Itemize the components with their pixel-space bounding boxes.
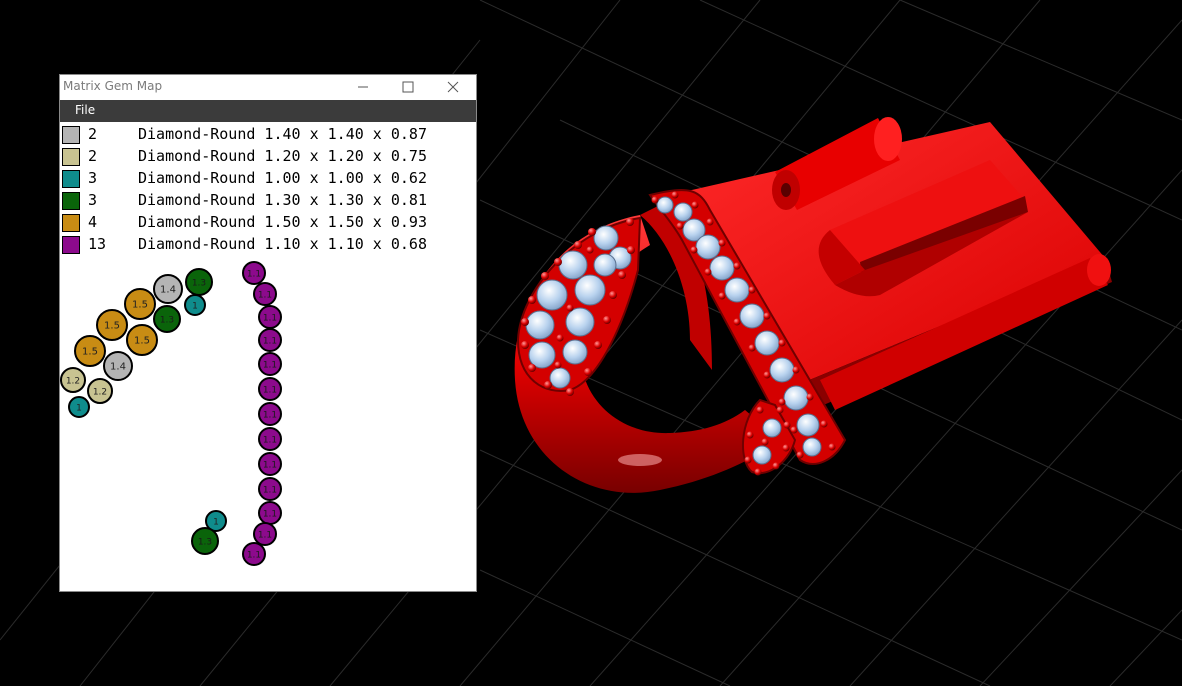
gem-size-label: 1.1 bbox=[263, 411, 277, 421]
gem-size-label: 1.4 bbox=[110, 362, 126, 373]
gem-marker[interactable]: 1.4 bbox=[153, 274, 183, 304]
gem-count: 2 bbox=[88, 125, 98, 143]
gem-size-label: 1.2 bbox=[66, 377, 80, 387]
gem-size-label: 1.4 bbox=[160, 285, 176, 296]
close-button[interactable] bbox=[430, 75, 476, 99]
legend-row: 3 Diamond-Round 1.00 x 1.00 x 0.62 bbox=[60, 168, 476, 190]
menu-file[interactable]: File bbox=[75, 103, 95, 117]
gem-legend: 2 Diamond-Round 1.40 x 1.40 x 0.87 2 Dia… bbox=[60, 124, 476, 256]
color-swatch[interactable] bbox=[62, 214, 80, 232]
gem-size-label: 1.3 bbox=[198, 538, 212, 548]
gem-description: Diamond-Round 1.20 x 1.20 x 0.75 bbox=[138, 147, 427, 165]
gem-size-label: 1.5 bbox=[82, 347, 98, 358]
gem-marker[interactable]: 1.5 bbox=[74, 335, 106, 367]
legend-row: 2 Diamond-Round 1.20 x 1.20 x 0.75 bbox=[60, 146, 476, 168]
gem-size-label: 1 bbox=[192, 302, 198, 312]
gem-count: 3 bbox=[88, 169, 98, 187]
gem-description: Diamond-Round 1.00 x 1.00 x 0.62 bbox=[138, 169, 427, 187]
gem-size-label: 1.1 bbox=[263, 337, 277, 347]
color-swatch[interactable] bbox=[62, 236, 80, 254]
gem-count: 2 bbox=[88, 147, 98, 165]
gem-size-label: 1.5 bbox=[104, 321, 120, 332]
gem-size-label: 1.1 bbox=[263, 386, 277, 396]
gem-size-label: 1.3 bbox=[160, 316, 174, 326]
color-swatch[interactable] bbox=[62, 126, 80, 144]
gem-size-label: 1 bbox=[213, 518, 219, 528]
gem-count: 4 bbox=[88, 213, 98, 231]
gem-marker[interactable]: 1.1 bbox=[258, 427, 282, 451]
gem-size-label: 1.1 bbox=[263, 436, 277, 446]
minimize-icon bbox=[358, 86, 368, 88]
gem-marker[interactable]: 1.1 bbox=[258, 352, 282, 376]
gem-marker[interactable]: 1 bbox=[68, 396, 90, 418]
legend-row: 13 Diamond-Round 1.10 x 1.10 x 0.68 bbox=[60, 234, 476, 256]
gem-size-label: 1.1 bbox=[263, 361, 277, 371]
gem-marker[interactable]: 1.4 bbox=[103, 351, 133, 381]
gem-marker[interactable]: 1.1 bbox=[242, 542, 266, 566]
gem-description: Diamond-Round 1.30 x 1.30 x 0.81 bbox=[138, 191, 427, 209]
gem-map-canvas[interactable]: 1.31.411.31.51.51.51.51.41.21.211.11.11.… bbox=[60, 255, 476, 575]
gem-marker[interactable]: 1.1 bbox=[258, 452, 282, 476]
gem-size-label: 1.1 bbox=[247, 551, 261, 561]
gem-marker[interactable]: 1.5 bbox=[124, 288, 156, 320]
close-icon bbox=[447, 81, 459, 93]
gem-marker[interactable]: 1 bbox=[184, 294, 206, 316]
gem-marker[interactable]: 1.1 bbox=[258, 477, 282, 501]
legend-row: 2 Diamond-Round 1.40 x 1.40 x 0.87 bbox=[60, 124, 476, 146]
gem-size-label: 1.1 bbox=[247, 270, 261, 280]
gem-count: 13 bbox=[88, 235, 107, 253]
minimize-button[interactable] bbox=[340, 75, 386, 99]
maximize-button[interactable] bbox=[385, 75, 431, 99]
gem-marker[interactable]: 1.5 bbox=[126, 324, 158, 356]
gem-map-window[interactable]: Matrix Gem Map File 2 Diamond-Round 1.40… bbox=[59, 74, 477, 592]
color-swatch[interactable] bbox=[62, 192, 80, 210]
gem-marker[interactable]: 1.3 bbox=[153, 305, 181, 333]
gem-marker[interactable]: 1.1 bbox=[258, 305, 282, 329]
gem-size-label: 1.1 bbox=[263, 486, 277, 496]
gem-size-label: 1.1 bbox=[263, 461, 277, 471]
gem-marker[interactable]: 1.1 bbox=[242, 261, 266, 285]
gem-marker[interactable]: 1.1 bbox=[258, 501, 282, 525]
gem-marker[interactable]: 1.1 bbox=[258, 328, 282, 352]
gem-marker[interactable]: 1.3 bbox=[191, 527, 219, 555]
gem-description: Diamond-Round 1.40 x 1.40 x 0.87 bbox=[138, 125, 427, 143]
gem-size-label: 1.1 bbox=[263, 510, 277, 520]
gem-marker[interactable]: 1.1 bbox=[253, 282, 277, 306]
gem-marker[interactable]: 1.5 bbox=[96, 309, 128, 341]
gem-size-label: 1.2 bbox=[93, 388, 107, 398]
title-bar[interactable]: Matrix Gem Map bbox=[60, 75, 476, 99]
gem-count: 3 bbox=[88, 191, 98, 209]
gem-size-label: 1.1 bbox=[263, 314, 277, 324]
window-title: Matrix Gem Map bbox=[63, 79, 163, 93]
gem-size-label: 1.3 bbox=[192, 279, 206, 289]
gem-marker[interactable]: 1.1 bbox=[258, 402, 282, 426]
gem-size-label: 1 bbox=[76, 404, 82, 414]
color-swatch[interactable] bbox=[62, 148, 80, 166]
gem-description: Diamond-Round 1.10 x 1.10 x 0.68 bbox=[138, 235, 427, 253]
color-swatch[interactable] bbox=[62, 170, 80, 188]
pave-strip-left bbox=[516, 216, 642, 396]
maximize-icon bbox=[402, 81, 414, 93]
gem-size-label: 1.5 bbox=[134, 336, 150, 347]
gem-size-label: 1.1 bbox=[258, 291, 272, 301]
gem-size-label: 1.1 bbox=[258, 531, 272, 541]
gem-size-label: 1.5 bbox=[132, 300, 148, 311]
gem-marker[interactable]: 1.2 bbox=[87, 378, 113, 404]
gem-marker[interactable]: 1.3 bbox=[185, 268, 213, 296]
menu-bar: File bbox=[60, 100, 476, 122]
gem-marker[interactable]: 1.1 bbox=[253, 522, 277, 546]
gem-description: Diamond-Round 1.50 x 1.50 x 0.93 bbox=[138, 213, 427, 231]
gem-marker[interactable]: 1.1 bbox=[258, 377, 282, 401]
legend-row: 4 Diamond-Round 1.50 x 1.50 x 0.93 bbox=[60, 212, 476, 234]
gem-marker[interactable]: 1.2 bbox=[60, 367, 86, 393]
legend-row: 3 Diamond-Round 1.30 x 1.30 x 0.81 bbox=[60, 190, 476, 212]
